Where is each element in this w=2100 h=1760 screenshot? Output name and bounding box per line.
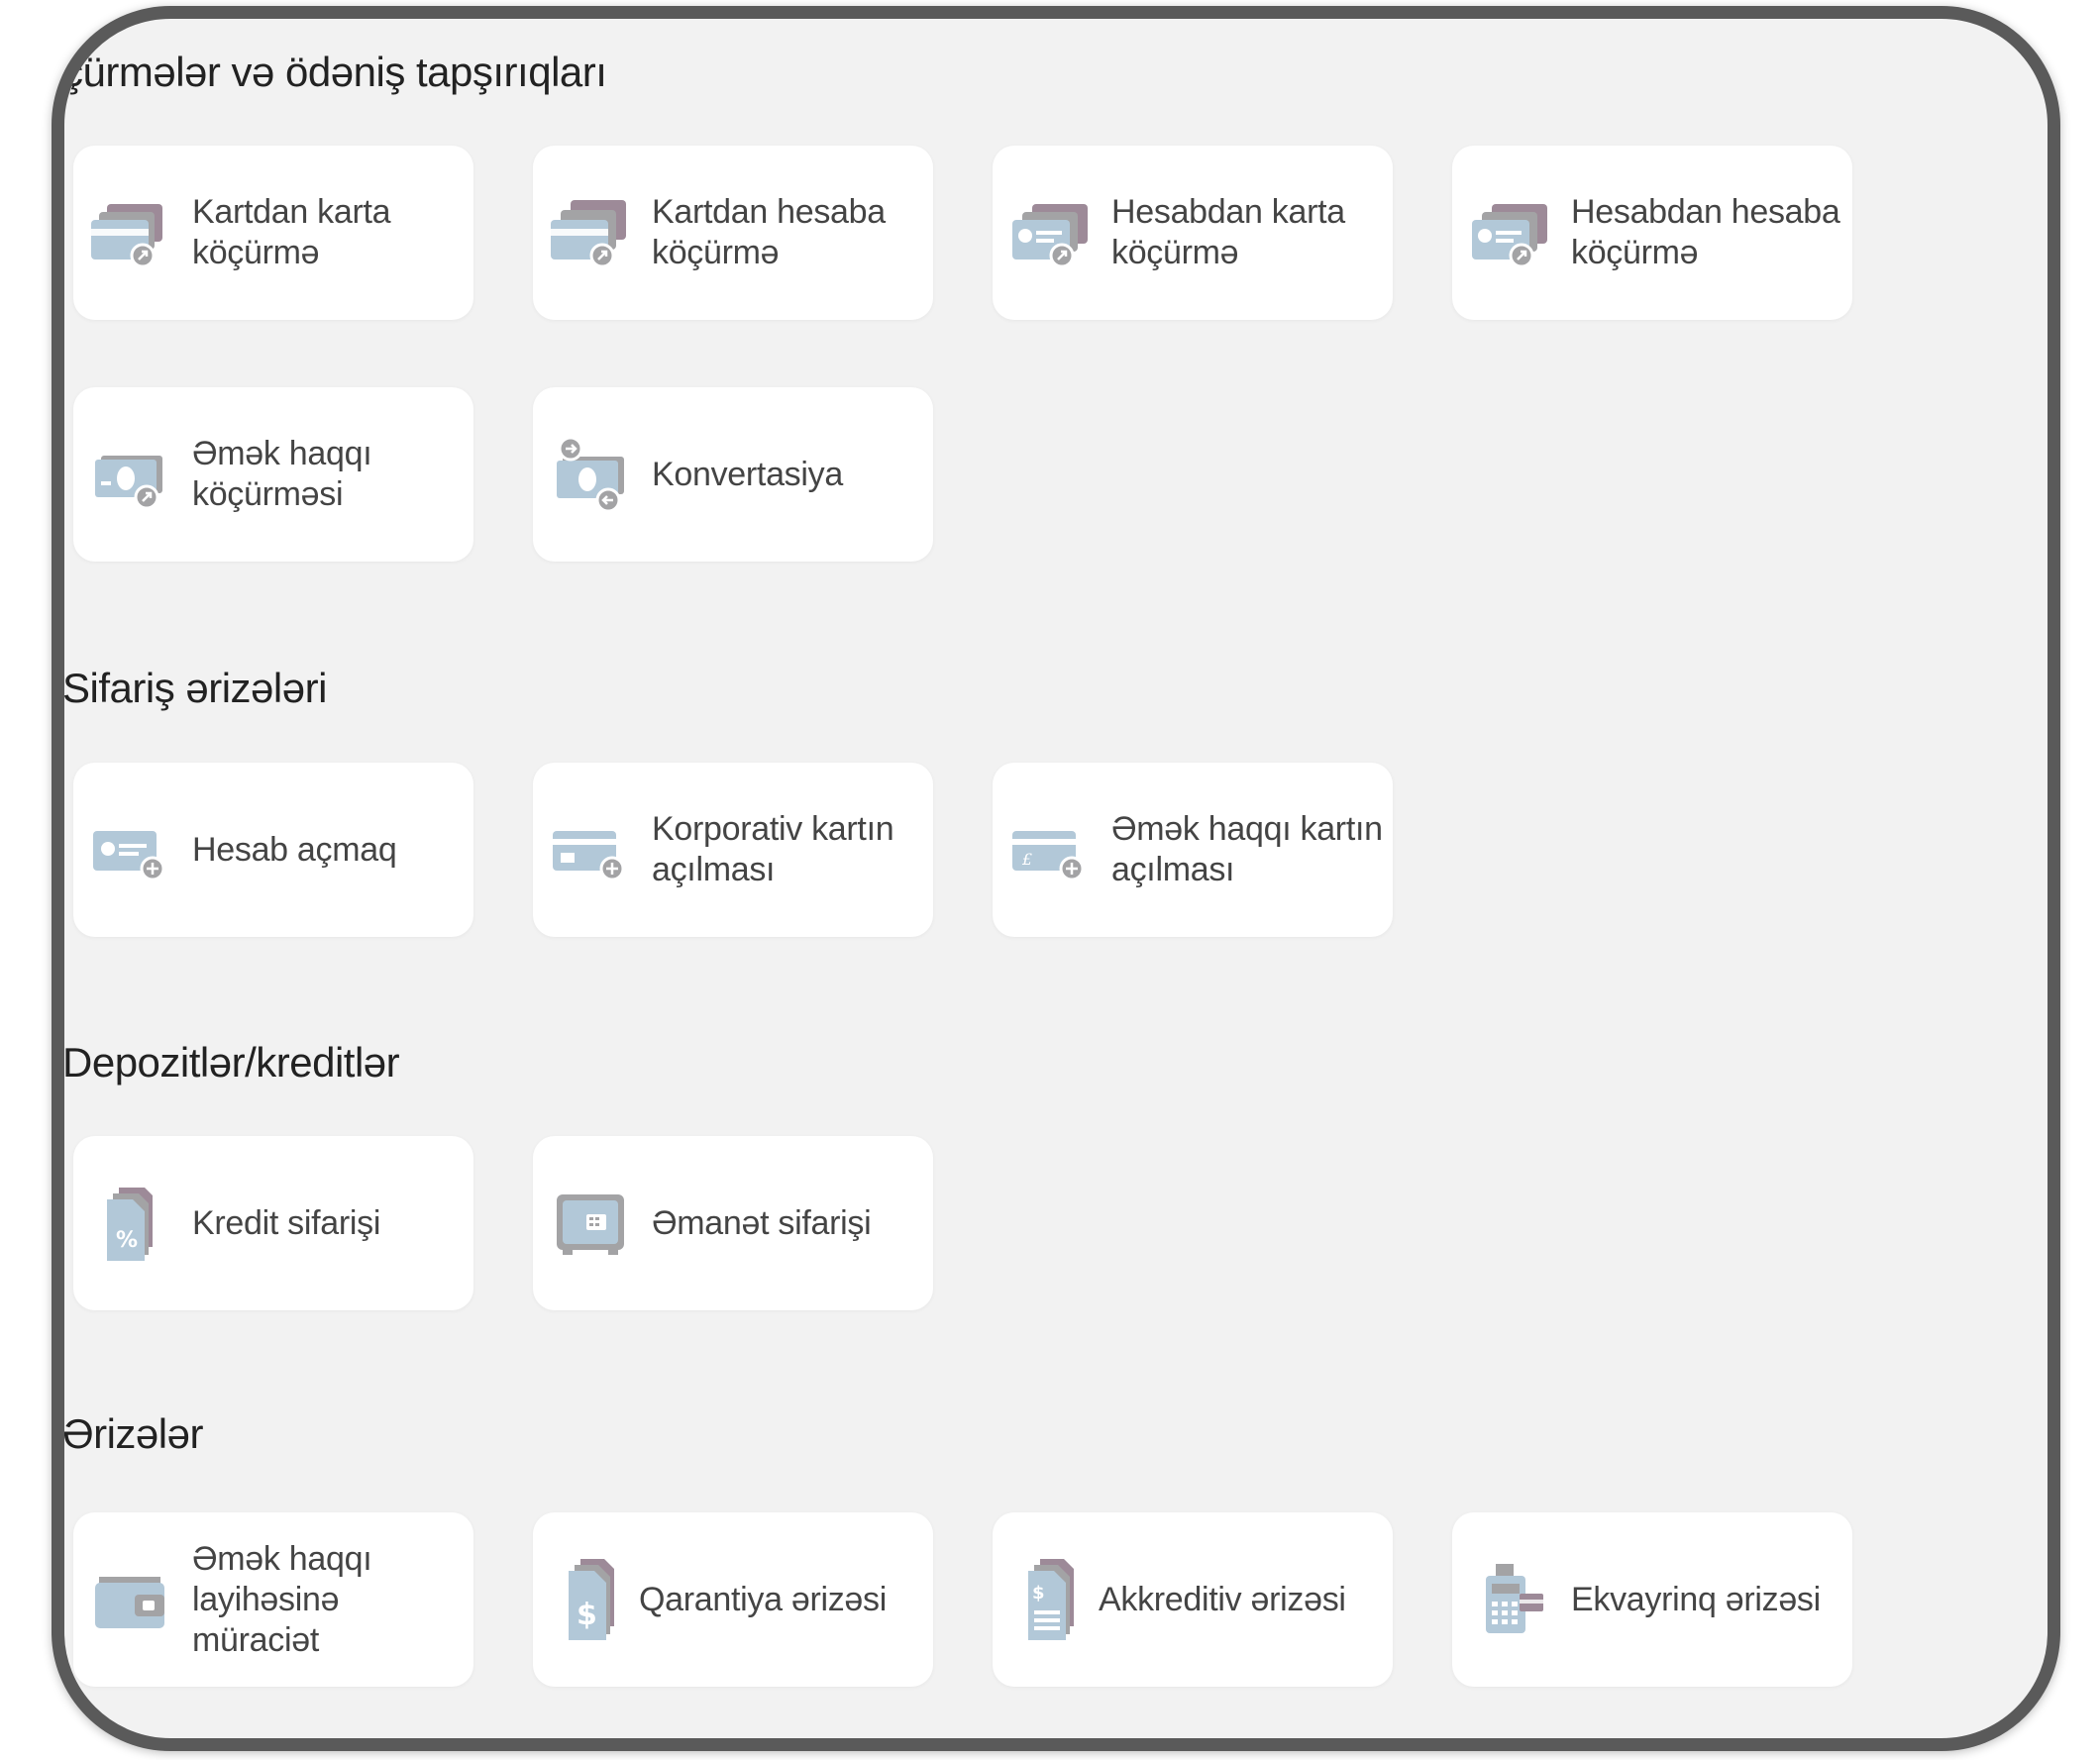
- credit-order-button[interactable]: % Kredit sifarişi: [73, 1136, 473, 1310]
- salary-project-label: Əmək haqqı layihəsinə müraciət: [192, 1539, 372, 1659]
- services-panel: çürmələr və ödəniş tapşırıqları Kartdan …: [64, 19, 2048, 1738]
- letter-of-credit-button[interactable]: $ Akkreditiv ərizəsi: [993, 1512, 1393, 1687]
- salary-card-label: Əmək haqqı kartın açılması: [1111, 810, 1383, 888]
- safe-icon: [548, 1179, 637, 1268]
- account-to-account-icon: [1467, 188, 1556, 277]
- account-to-card-icon: [1007, 188, 1097, 277]
- letter-of-credit-icon: $: [1007, 1555, 1097, 1644]
- card-to-card-button[interactable]: Kartdan karta köçürmə: [73, 146, 473, 320]
- account-to-card-label: Hesabdan karta köçürmə: [1111, 193, 1345, 271]
- currency-exchange-button[interactable]: Konvertasiya: [533, 387, 933, 562]
- card-to-account-label: Kartdan hesaba köçürmə: [652, 193, 886, 271]
- svg-text:$: $: [577, 1598, 597, 1632]
- credit-percent-icon: %: [88, 1179, 177, 1268]
- corporate-card-label: Korporativ kartın açılması: [652, 810, 894, 888]
- deposit-order-label: Əmanət sifarişi: [652, 1203, 872, 1242]
- account-to-account-button[interactable]: Hesabdan hesaba köçürmə: [1452, 146, 1852, 320]
- salary-transfer-button[interactable]: Əmək haqqı köçürməsi: [73, 387, 473, 562]
- svg-text:£: £: [1021, 850, 1032, 869]
- credit-order-label: Kredit sifarişi: [192, 1203, 381, 1242]
- section-title-transfers: çürmələr və ödəniş tapşırıqları: [62, 49, 607, 95]
- salary-card-icon: £: [1007, 805, 1097, 894]
- svg-text:$: $: [1032, 1583, 1045, 1604]
- salary-card-button[interactable]: £ Əmək haqqı kartın açılması: [993, 763, 1393, 937]
- salary-project-button[interactable]: Əmək haqqı layihəsinə müraciət: [73, 1512, 473, 1687]
- guarantee-application-label: Qarantiya ərizəsi: [639, 1580, 887, 1618]
- currency-exchange-label: Konvertasiya: [652, 455, 843, 493]
- corporate-card-button[interactable]: Korporativ kartın açılması: [533, 763, 933, 937]
- card-to-card-label: Kartdan karta köçürmə: [192, 193, 391, 271]
- open-account-label: Hesab açmaq: [192, 830, 397, 869]
- salary-transfer-label: Əmək haqqı köçürməsi: [192, 435, 372, 513]
- account-to-card-button[interactable]: Hesabdan karta köçürmə: [993, 146, 1393, 320]
- letter-of-credit-label: Akkreditiv ərizəsi: [1099, 1580, 1346, 1618]
- guarantee-document-icon: $: [548, 1555, 637, 1644]
- section-title-deposits: Depozitlər/kreditlər: [62, 1039, 400, 1086]
- svg-text:%: %: [116, 1228, 138, 1253]
- section-title-orders: Sifariş ərizələri: [62, 665, 327, 711]
- card-to-card-icon: [88, 188, 177, 277]
- wallet-icon: [88, 1555, 177, 1644]
- guarantee-application-button[interactable]: $ Qarantiya ərizəsi: [533, 1512, 933, 1687]
- currency-exchange-icon: [548, 430, 637, 519]
- acquiring-application-label: Ekvayrinq ərizəsi: [1571, 1580, 1821, 1618]
- card-to-account-button[interactable]: Kartdan hesaba köçürmə: [533, 146, 933, 320]
- open-account-icon: [88, 805, 177, 894]
- card-to-account-icon: [548, 188, 637, 277]
- salary-transfer-icon: [88, 430, 177, 519]
- corporate-card-icon: [548, 805, 637, 894]
- pos-terminal-icon: [1467, 1555, 1556, 1644]
- account-to-account-label: Hesabdan hesaba köçürmə: [1571, 193, 1840, 271]
- app-frame: çürmələr və ödəniş tapşırıqları Kartdan …: [52, 6, 2060, 1751]
- open-account-button[interactable]: Hesab açmaq: [73, 763, 473, 937]
- section-title-applications: Ərizələr: [62, 1410, 203, 1457]
- deposit-order-button[interactable]: Əmanət sifarişi: [533, 1136, 933, 1310]
- acquiring-application-button[interactable]: Ekvayrinq ərizəsi: [1452, 1512, 1852, 1687]
